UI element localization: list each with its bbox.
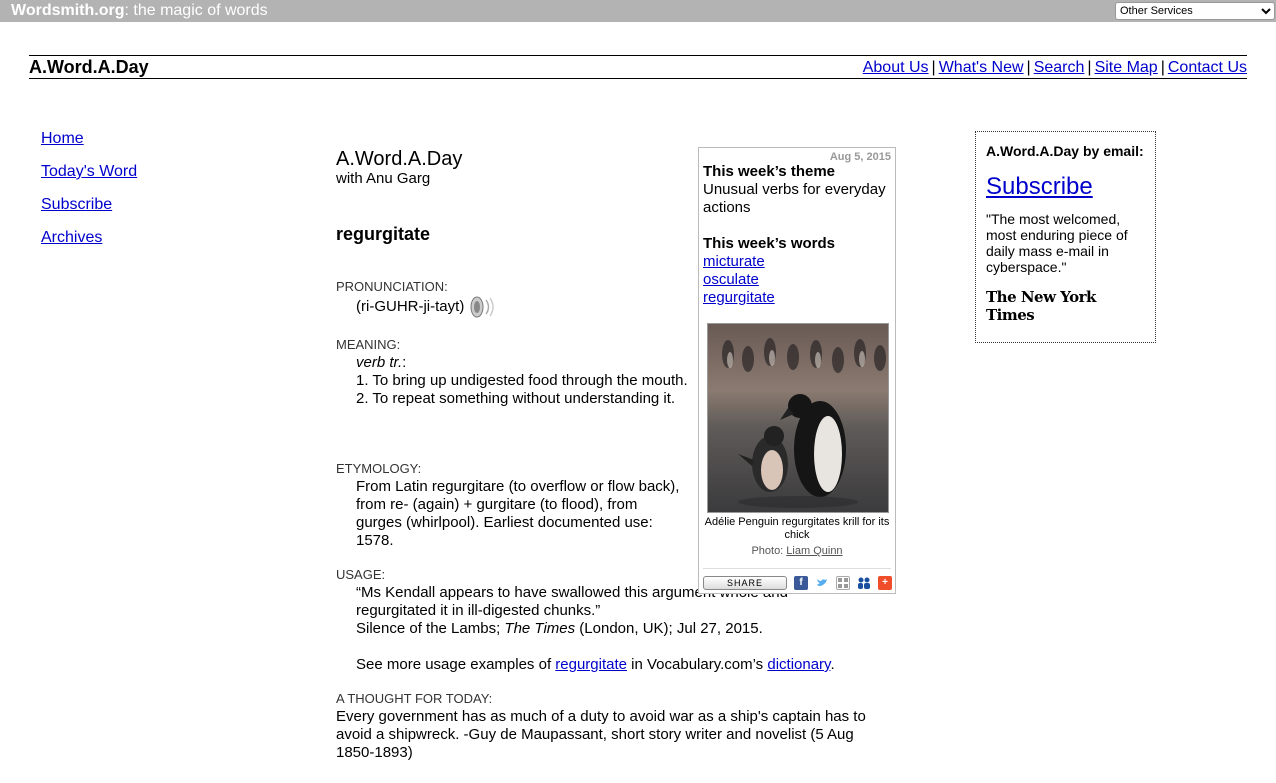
week-word-micturate[interactable]: micturate: [703, 253, 891, 271]
usage-source: Silence of the Lambs; The Times (London,…: [336, 620, 916, 638]
more-usage-a: See more usage examples of: [356, 656, 556, 673]
other-services-select[interactable]: Other Services: [1115, 2, 1275, 20]
theme-box: Aug 5, 2015 This week’s theme Unusual ve…: [698, 147, 896, 594]
share-button[interactable]: SHARE: [703, 576, 787, 590]
facebook-icon[interactable]: f: [794, 576, 808, 590]
brand-name[interactable]: Wordsmith.org: [11, 2, 124, 19]
etymology-text: From Latin regurgitare (to overflow or f…: [356, 478, 680, 549]
myspace-icon[interactable]: [857, 576, 871, 590]
pronunciation-text: (ri-GUHR-ji-tayt): [336, 296, 696, 318]
pronunciation: (ri-GUHR-ji-tayt): [356, 297, 465, 315]
nav-separator: |: [1026, 59, 1031, 76]
nav-separator: |: [1160, 59, 1165, 76]
more-usage-word-link[interactable]: regurgitate: [555, 656, 627, 673]
top-bar: Wordsmith.org: the magic of words Other …: [0, 0, 1276, 22]
meaning-section: MEANING: verb tr.: 1. To bring up undige…: [336, 336, 696, 408]
left-nav: Home Today's Word Subscribe Archives: [41, 129, 137, 261]
week-word-regurgitate[interactable]: regurgitate: [703, 289, 891, 307]
etymology-label: ETYMOLOGY:: [336, 461, 422, 476]
leftnav-home[interactable]: Home: [41, 129, 137, 162]
twitter-icon[interactable]: [815, 576, 829, 590]
definition-2: 2. To repeat something without understan…: [356, 390, 676, 407]
photo-credit: Photo: Liam Quinn: [703, 542, 891, 560]
nav-whats-new[interactable]: What's New: [939, 59, 1024, 76]
nyt-quote: "The most welcomed, most enduring piece …: [986, 211, 1128, 275]
digg-icon[interactable]: [836, 576, 850, 590]
theme-heading: This week’s theme: [703, 163, 835, 180]
words-heading: This week’s words: [703, 235, 835, 252]
photo-caption: Adélie Penguin regurgitates krill for it…: [704, 516, 890, 541]
nav-separator: |: [1087, 59, 1092, 76]
meaning-label: MEANING:: [336, 337, 401, 352]
thought-section: A THOUGHT FOR TODAY: Every government ha…: [336, 690, 886, 762]
nav-separator: |: [931, 59, 936, 76]
penguin-image: [708, 324, 888, 512]
site-title: A.Word.A.Day: [29, 57, 149, 77]
subscribe-link[interactable]: Subscribe: [986, 173, 1145, 201]
share-row: SHARE f +: [703, 568, 892, 592]
more-usage-c: .: [830, 656, 835, 673]
definition-1: 1. To bring up undigested food through t…: [356, 372, 688, 389]
top-nav: About Us | What's New | Search | Site Map | Cont…: [863, 59, 1247, 77]
header-rule-top: [29, 55, 1247, 56]
usage-source-b: (London, UK); Jul 27, 2015.: [575, 620, 763, 637]
email-box-title: A.Word.A.Day by email:: [986, 143, 1144, 159]
more-usage-b: in Vocabulary.com’s: [627, 656, 768, 673]
penguin-photo[interactable]: [707, 323, 889, 513]
theme-date: Aug 5, 2015: [829, 151, 891, 163]
pos-text: verb tr.: [356, 354, 403, 371]
photo-label: Photo:: [751, 545, 787, 557]
email-subscribe-box: A.Word.A.Day by email: Subscribe "The mo…: [975, 131, 1156, 343]
theme-text: Unusual verbs for everyday actions: [703, 181, 886, 216]
dictionary-link[interactable]: dictionary: [767, 656, 830, 673]
usage-publication: The Times: [504, 620, 576, 637]
word-of-day: regurgitate: [336, 224, 431, 244]
nav-site-map[interactable]: Site Map: [1095, 59, 1158, 76]
week-word-osculate[interactable]: osculate: [703, 271, 891, 289]
leftnav-subscribe[interactable]: Subscribe: [41, 195, 137, 228]
pronunciation-section: PRONUNCIATION: (ri-GUHR-ji-tayt): [336, 278, 696, 318]
more-share-icon[interactable]: +: [878, 576, 892, 590]
leftnav-todays-word[interactable]: Today's Word: [41, 162, 137, 195]
brand-tagline: : the magic of words: [124, 2, 268, 19]
speaker-icon[interactable]: [468, 296, 500, 318]
nav-contact-us[interactable]: Contact Us: [1168, 59, 1247, 76]
nav-about-us[interactable]: About Us: [863, 59, 929, 76]
more-usage: See more usage examples of regurgitate i…: [336, 656, 916, 674]
pos-suffix: :: [402, 354, 407, 371]
site-brand[interactable]: Wordsmith.org: the magic of words: [11, 2, 268, 20]
leftnav-archives[interactable]: Archives: [41, 228, 137, 261]
photo-credit-link[interactable]: Liam Quinn: [786, 545, 842, 557]
meaning-body: verb tr.: 1. To bring up undigested food…: [336, 354, 696, 408]
part-of-speech: verb tr.:: [356, 354, 696, 372]
etymology-section: ETYMOLOGY: From Latin regurgitare (to ov…: [336, 460, 681, 550]
usage-source-a: Silence of the Lambs;: [356, 620, 505, 637]
thought-label: A THOUGHT FOR TODAY:: [336, 691, 493, 706]
pronunciation-label: PRONUNCIATION:: [336, 279, 448, 294]
nyt-logo: The New York Times: [986, 288, 1096, 324]
thought-text: Every government has as much of a duty t…: [336, 708, 866, 761]
nav-search[interactable]: Search: [1034, 59, 1085, 76]
header-rule-bottom: [29, 78, 1247, 79]
